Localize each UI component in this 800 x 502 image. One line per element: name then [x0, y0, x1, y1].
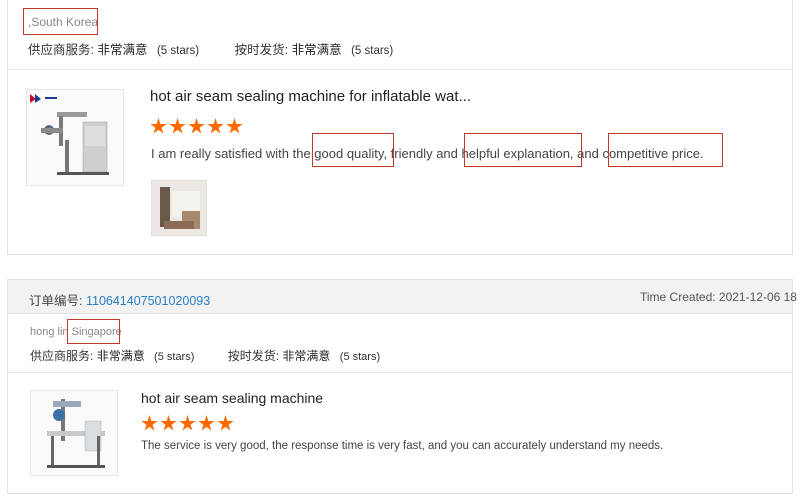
order-number-row: 订单编号: 110641407501020093 [29, 290, 210, 309]
star-rating [150, 118, 243, 135]
review-photo-thumbnail[interactable] [151, 180, 207, 236]
ontime-value: 非常满意 [282, 349, 331, 363]
star-icon [217, 415, 234, 431]
supplier-service-stars: (5 stars) [156, 45, 200, 57]
star-icon [169, 118, 186, 134]
star-icon [179, 415, 196, 431]
highlight-helpful-explanation [464, 133, 582, 167]
comment-text: I am really satisfied with the [151, 146, 315, 161]
review-2-comment: The service is very good, the response t… [141, 440, 664, 452]
star-rating [141, 415, 234, 432]
star-icon [198, 415, 215, 431]
supplier-service-stars: (5 stars) [154, 351, 195, 363]
star-icon [141, 415, 158, 431]
star-icon [226, 118, 243, 134]
review-1-ratings-row: 供应商服务: 非常满意 (5 stars) 按时发货: 非常满意 (5 star… [28, 39, 393, 58]
buyer-name: hong lin [30, 326, 69, 338]
ontime-label: 按时发货: [227, 349, 280, 363]
ontime-stars: (5 stars) [339, 351, 381, 363]
review-2-ratings-row: 供应商服务: 非常满意 (5 stars) 按时发货: 非常满意 (5 star… [30, 347, 380, 364]
star-icon [160, 415, 177, 431]
highlight-good-quality [312, 133, 394, 167]
time-created: Time Created: 2021-12-06 18 [640, 290, 797, 304]
divider [8, 69, 792, 70]
product-image[interactable] [26, 89, 124, 186]
supplier-service-value: 非常满意 [97, 43, 148, 57]
star-icon [150, 118, 167, 134]
order-label: 订单编号: [29, 294, 83, 308]
star-icon [207, 118, 224, 134]
supplier-service-value: 非常满意 [96, 349, 145, 363]
highlight-country-1 [23, 8, 98, 35]
photo-image [152, 181, 206, 235]
order-number-link[interactable]: 110641407501020093 [86, 294, 210, 308]
divider [8, 372, 792, 373]
supplier-service-label: 供应商服务: [30, 349, 94, 363]
supplier-service-label: 供应商服务: [28, 43, 94, 57]
sealing-machine-image [29, 92, 109, 175]
product-title[interactable]: hot air seam sealing machine [141, 390, 323, 406]
product-image[interactable] [30, 390, 118, 476]
ontime-value: 非常满意 [291, 43, 342, 57]
ontime-label: 按时发货: [234, 43, 289, 57]
product-title[interactable]: hot air seam sealing machine for inflata… [150, 88, 471, 105]
comment-text: , friendly and [383, 146, 462, 161]
star-icon [188, 118, 205, 134]
highlight-country-2 [67, 319, 120, 344]
sealing-machine-image [47, 399, 105, 468]
ontime-stars: (5 stars) [351, 45, 394, 57]
highlight-competitive-price [608, 133, 723, 167]
